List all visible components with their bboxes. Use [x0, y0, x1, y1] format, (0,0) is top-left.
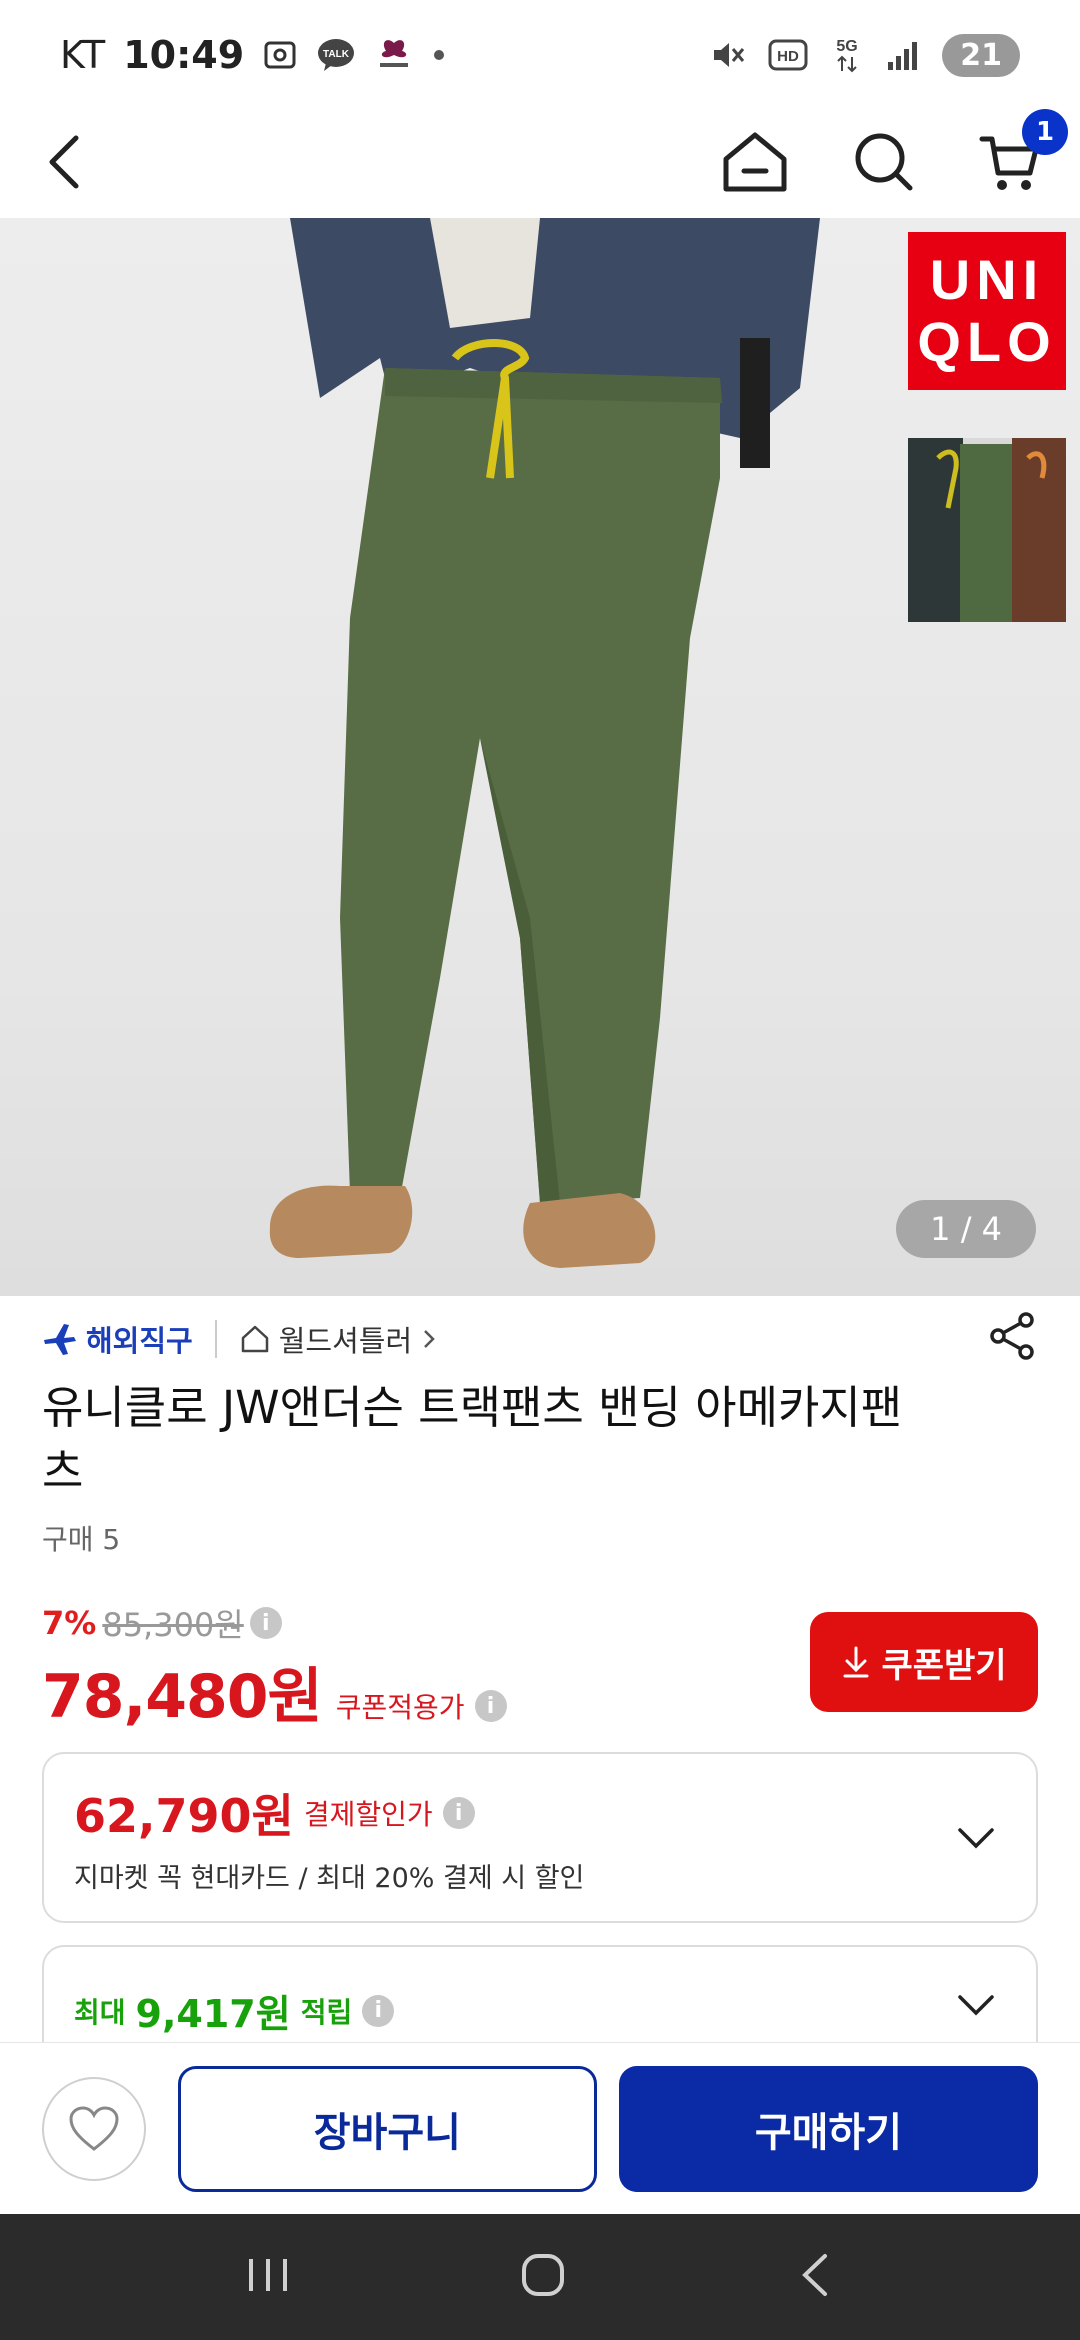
reward-label: 적립 — [300, 1995, 353, 2029]
share-button[interactable] — [988, 1310, 1038, 1369]
logo-line-1: UNI — [929, 248, 1045, 311]
payment-discount-price: 62,790원 — [74, 1789, 294, 1843]
home-button[interactable] — [720, 129, 790, 199]
color-thumbnail-image — [908, 438, 1066, 622]
nav-actions: 1 — [720, 109, 1068, 199]
add-to-cart-button[interactable]: 장바구니 — [177, 2065, 597, 2192]
payment-discount-info-icon[interactable]: i — [442, 1797, 475, 1829]
reward-amount: 9,417원 — [135, 1992, 291, 2036]
status-bar: KT 10:49 TALK HD 5G 21 — [0, 0, 1080, 110]
download-icon — [843, 1646, 869, 1678]
svg-text:HD: HD — [777, 48, 799, 65]
hd-voice-icon: HD — [768, 38, 808, 72]
reward-info-icon[interactable]: i — [362, 1994, 395, 2027]
original-price-info-icon[interactable]: i — [249, 1607, 282, 1639]
svg-text:TALK: TALK — [323, 49, 350, 60]
status-right: HD 5G 21 — [710, 33, 1020, 77]
coupon-price-note: 쿠폰적용가 i — [336, 1686, 507, 1726]
bottom-action-bar: 장바구니 구매하기 — [0, 2042, 1080, 2214]
search-button[interactable] — [852, 130, 916, 198]
payment-discount-title: 62,790원 결제할인가 i — [74, 1780, 1006, 1846]
color-options-thumbnail[interactable] — [908, 438, 1066, 622]
payment-discount-label: 결제할인가 — [303, 1798, 433, 1831]
chevron-down-icon[interactable] — [956, 1825, 996, 1851]
network-5g-icon: 5G — [830, 35, 864, 75]
buy-now-button[interactable]: 구매하기 — [618, 2065, 1038, 2192]
discount-rate: 7% — [42, 1604, 97, 1642]
overseas-shipping-tag[interactable]: 해외직구 — [42, 1318, 193, 1360]
seller-link[interactable]: 월드셔틀러 — [239, 1318, 438, 1360]
meta-row: 해외직구 월드셔틀러 — [42, 1306, 1038, 1372]
battery-indicator: 21 — [942, 33, 1020, 77]
get-coupon-button[interactable]: 쿠폰받기 — [810, 1612, 1038, 1712]
back-icon — [49, 135, 79, 189]
payment-discount-desc: 지마켓 꼭 현대카드 / 최대 20% 결제 시 할인 — [74, 1863, 585, 1894]
mute-icon — [710, 37, 746, 73]
product-title: 유니클로 JW앤더슨 트랙팬츠 밴딩 아메카지팬츠 — [42, 1381, 903, 1498]
svg-text:5G: 5G — [837, 38, 858, 55]
system-back-button[interactable] — [795, 2252, 835, 2302]
image-counter: 1 / 4 — [896, 1200, 1036, 1258]
cart-button[interactable]: 1 — [978, 109, 1068, 197]
coupon-price-info-icon[interactable]: i — [474, 1690, 507, 1722]
clock: 10:49 — [123, 33, 245, 77]
overseas-label: 해외직구 — [86, 1324, 193, 1358]
home-icon — [723, 132, 787, 192]
seller-name: 월드셔틀러 — [278, 1324, 413, 1358]
recent-apps-button[interactable] — [245, 2255, 291, 2299]
back-button[interactable] — [40, 132, 86, 196]
airline-app-icon — [374, 37, 414, 73]
system-home-button[interactable] — [520, 2252, 566, 2302]
product-image-carousel[interactable]: UNI QLO 1 / 4 — [0, 218, 1080, 1296]
top-nav: 1 — [0, 109, 1080, 218]
price-block: 7% 85,300원 i 78,480원 쿠폰적용가 i 쿠폰받기 — [42, 1600, 1038, 1732]
recent-apps-icon — [248, 2259, 287, 2291]
heart-icon — [69, 2105, 119, 2151]
payment-discount-card[interactable]: 62,790원 결제할인가 i 지마켓 꼭 현대카드 / 최대 20% 결제 시… — [42, 1752, 1038, 1923]
screenshot-icon — [262, 37, 298, 73]
system-back-icon — [802, 2254, 828, 2296]
airplane-icon — [44, 1324, 76, 1355]
search-icon — [855, 133, 913, 191]
original-price: 85,300원 — [102, 1606, 244, 1644]
reward-prefix: 최대 — [74, 1995, 126, 2029]
cart-count-badge: 1 — [1022, 109, 1068, 155]
sale-price: 78,480원 — [42, 1662, 323, 1732]
notification-dot-icon — [432, 48, 446, 62]
signal-icon — [886, 38, 920, 72]
system-home-icon — [521, 2254, 564, 2296]
logo-line-2: QLO — [917, 310, 1057, 373]
status-left: KT 10:49 TALK — [60, 33, 446, 77]
meta-divider — [214, 1320, 217, 1358]
wishlist-button[interactable] — [42, 2076, 146, 2181]
share-icon — [990, 1311, 1034, 1360]
chevron-down-icon[interactable] — [956, 1992, 996, 2018]
carrier-label: KT — [60, 33, 106, 77]
coupon-price-label: 쿠폰적용가 — [335, 1691, 465, 1724]
chevron-right-icon — [424, 1330, 435, 1348]
kakaotalk-icon: TALK — [316, 37, 356, 73]
store-home-icon — [241, 1325, 268, 1353]
get-coupon-label: 쿠폰받기 — [881, 1645, 1007, 1686]
reward-title: 최대 9,417원 적립 i — [74, 1983, 1006, 2038]
product-info: 해외직구 월드셔틀러 유니클로 JW앤더슨 트랙팬츠 밴딩 아메카지팬츠 구매 … — [0, 1296, 1080, 2065]
system-navigation-bar — [0, 2214, 1080, 2340]
uniqlo-logo: UNI QLO — [908, 232, 1066, 390]
purchase-count: 구매 5 — [42, 1523, 121, 1556]
